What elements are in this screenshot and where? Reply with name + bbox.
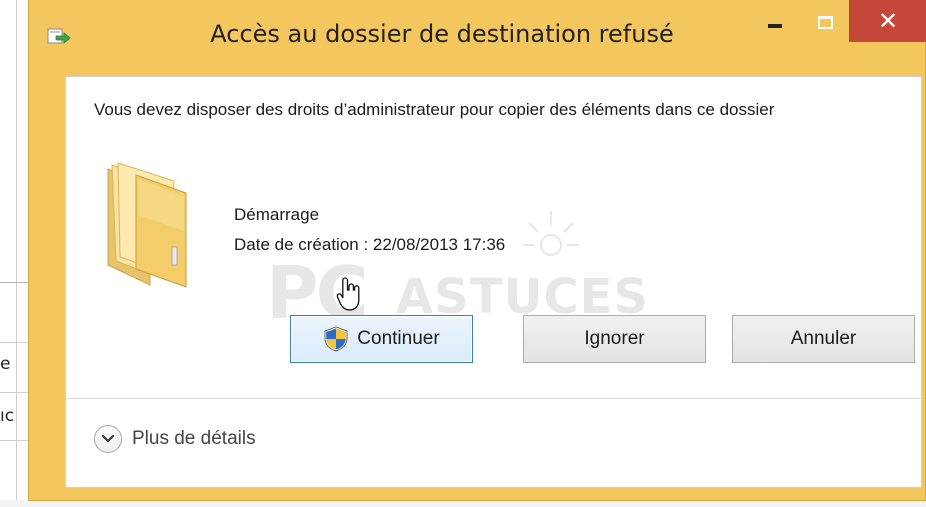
background-text-fragment: ıc (0, 406, 15, 426)
dialog-title: Accès au dossier de destination refusé (210, 20, 674, 48)
chevron-down-icon (94, 425, 122, 453)
ignore-button[interactable]: Ignorer (523, 315, 706, 363)
close-icon: ✕ (877, 7, 899, 35)
cancel-button-label: Annuler (790, 328, 857, 349)
background-divider (0, 282, 30, 283)
background-window-edge (16, 0, 17, 507)
background-divider (0, 392, 30, 393)
details-divider (66, 398, 921, 399)
title-bar[interactable]: Accès au dossier de destination refusé ✕ (29, 0, 926, 68)
uac-shield-icon (323, 326, 349, 352)
dialog-content: Vous devez disposer des droits d’adminis… (65, 76, 922, 488)
dialog-message: Vous devez disposer des droits d’adminis… (94, 100, 775, 119)
folder-icon (106, 161, 188, 291)
background-divider (0, 342, 30, 343)
item-date: Date de création : 22/08/2013 17:36 (234, 235, 506, 254)
minimize-icon (768, 24, 782, 28)
item-name: Démarrage (234, 205, 320, 224)
background-text-fragment: e (0, 354, 11, 374)
continue-button[interactable]: Continuer (290, 315, 473, 363)
maximize-icon (817, 15, 833, 29)
ignore-button-label: Ignorer (584, 328, 645, 349)
minimize-button[interactable] (753, 0, 797, 44)
cancel-button[interactable]: Annuler (732, 315, 915, 363)
background-divider (0, 440, 30, 441)
more-details-toggle[interactable]: Plus de détails (94, 425, 256, 453)
background-window: e ıc (0, 0, 30, 507)
maximize-button[interactable] (805, 0, 845, 44)
background-window-bottom (0, 500, 926, 507)
continue-button-label: Continuer (357, 328, 440, 349)
watermark-bulb-icon (523, 211, 579, 256)
close-button[interactable]: ✕ (849, 0, 926, 42)
more-details-label: Plus de détails (132, 428, 256, 449)
access-denied-dialog: Accès au dossier de destination refusé ✕… (28, 0, 926, 501)
